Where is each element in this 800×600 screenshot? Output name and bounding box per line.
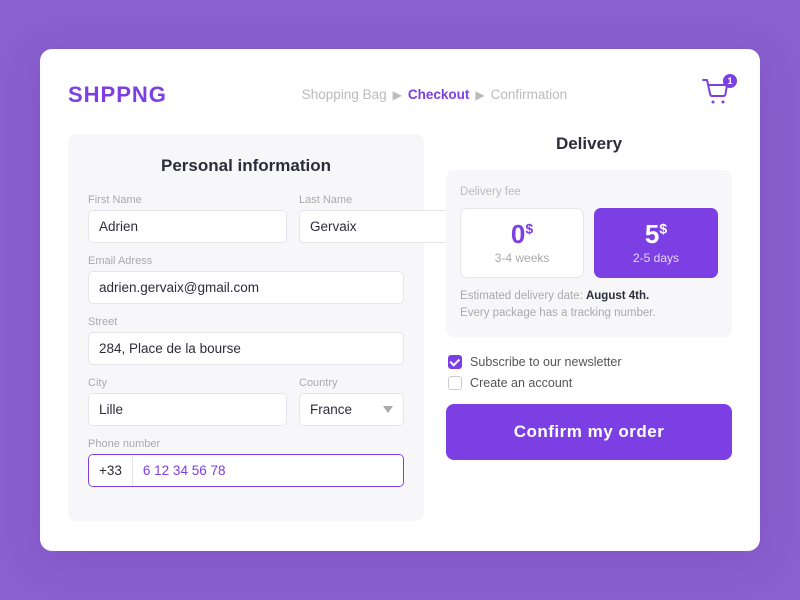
email-label: Email Adress	[88, 255, 404, 267]
name-row: First Name Last Name	[88, 194, 404, 243]
phone-prefix: +33	[89, 455, 133, 486]
city-country-row: City Country France Germany UK Spain	[88, 377, 404, 426]
email-row: Email Adress	[88, 255, 404, 304]
delivery-panel: Delivery Delivery fee 0$ 3-4 weeks 5$ 2	[446, 134, 732, 521]
city-group: City	[88, 377, 287, 426]
street-row: Street	[88, 316, 404, 365]
delivery-fee-label: Delivery fee	[460, 186, 718, 198]
phone-group: Phone number +33	[88, 438, 404, 487]
country-label: Country	[299, 377, 404, 389]
newsletter-checkbox[interactable]	[448, 355, 462, 369]
email-input[interactable]	[88, 271, 404, 304]
delivery-free-price: 0$	[511, 221, 533, 247]
breadcrumb: Shopping Bag ▶ Checkout ▶ Confirmation	[302, 87, 567, 102]
logo: SHPPNG	[68, 82, 167, 108]
checkout-card: SHPPNG Shopping Bag ▶ Checkout ▶ Confirm…	[40, 49, 760, 551]
street-group: Street	[88, 316, 404, 365]
account-label: Create an account	[470, 376, 572, 390]
personal-info-panel: Personal information First Name Last Nam…	[68, 134, 424, 521]
phone-input-row: +33	[88, 454, 404, 487]
account-checkbox[interactable]	[448, 376, 462, 390]
breadcrumb-step2: Checkout	[408, 87, 470, 102]
delivery-note-prefix: Estimated delivery date:	[460, 290, 586, 302]
email-group: Email Adress	[88, 255, 404, 304]
city-input[interactable]	[88, 393, 287, 426]
breadcrumb-sep2: ▶	[475, 88, 484, 102]
main-content: Personal information First Name Last Nam…	[68, 134, 732, 521]
first-name-input[interactable]	[88, 210, 287, 243]
phone-row: Phone number +33	[88, 438, 404, 487]
city-label: City	[88, 377, 287, 389]
delivery-option-fast[interactable]: 5$ 2-5 days	[594, 208, 718, 278]
first-name-label: First Name	[88, 194, 287, 206]
delivery-option-free[interactable]: 0$ 3-4 weeks	[460, 208, 584, 278]
delivery-box: Delivery fee 0$ 3-4 weeks 5$ 2-5 days	[446, 170, 732, 337]
newsletter-label: Subscribe to our newsletter	[470, 355, 621, 369]
delivery-note: Estimated delivery date: August 4th. Eve…	[460, 288, 718, 323]
breadcrumb-step3: Confirmation	[491, 87, 568, 102]
cart-button[interactable]: 1	[702, 79, 732, 110]
delivery-fast-duration: 2-5 days	[633, 251, 679, 265]
street-label: Street	[88, 316, 404, 328]
checkboxes: Subscribe to our newsletter Create an ac…	[446, 351, 732, 390]
phone-label: Phone number	[88, 438, 404, 450]
newsletter-checkbox-row[interactable]: Subscribe to our newsletter	[448, 355, 732, 369]
street-input[interactable]	[88, 332, 404, 365]
confirm-order-button[interactable]: Confirm my order	[446, 404, 732, 460]
delivery-options: 0$ 3-4 weeks 5$ 2-5 days	[460, 208, 718, 278]
delivery-fast-price: 5$	[645, 221, 667, 247]
header: SHPPNG Shopping Bag ▶ Checkout ▶ Confirm…	[68, 79, 732, 110]
cart-badge: 1	[723, 74, 737, 88]
delivery-note-date: August 4th.	[586, 290, 649, 302]
delivery-title: Delivery	[446, 134, 732, 154]
country-group: Country France Germany UK Spain	[299, 377, 404, 426]
delivery-note-tracking: Every package has a tracking number.	[460, 307, 656, 319]
breadcrumb-sep1: ▶	[393, 88, 402, 102]
phone-number-input[interactable]	[133, 455, 403, 486]
country-select[interactable]: France Germany UK Spain	[299, 393, 404, 426]
first-name-group: First Name	[88, 194, 287, 243]
account-checkbox-row[interactable]: Create an account	[448, 376, 732, 390]
personal-info-title: Personal information	[88, 156, 404, 176]
breadcrumb-step1: Shopping Bag	[302, 87, 387, 102]
delivery-free-duration: 3-4 weeks	[495, 251, 550, 265]
